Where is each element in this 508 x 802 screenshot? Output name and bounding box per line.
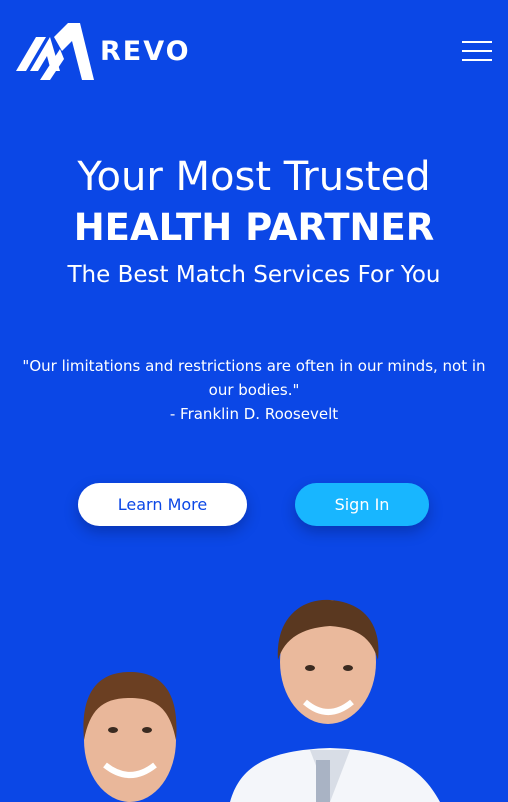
brand-name: REVO [100,36,191,67]
site-header: REVO [0,0,508,100]
hamburger-menu-icon[interactable] [462,41,492,61]
menu-line [462,50,492,52]
hero-title-line1: Your Most Trusted [77,154,431,200]
quote-author: - Franklin D. Roosevelt [169,405,339,423]
female-doctor-figure [83,672,177,802]
doctors-photo [83,599,440,802]
sign-in-button[interactable]: Sign In [295,483,429,526]
hero-subtitle: The Best Match Services For You [67,262,441,288]
hero-title-line2: HEALTH PARTNER [73,206,435,249]
revo-logo-mark-icon [16,23,94,80]
brand-logo[interactable]: REVO [16,23,191,80]
quote-text: "Our limitations and restrictions are of… [22,357,486,399]
male-doctor-figure [230,599,440,802]
menu-line [462,41,492,43]
learn-more-button[interactable]: Learn More [78,483,247,526]
menu-line [462,59,492,61]
